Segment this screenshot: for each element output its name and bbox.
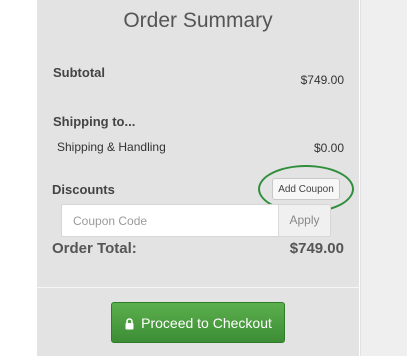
discounts-label: Discounts xyxy=(52,182,115,197)
page-background xyxy=(360,0,407,356)
apply-button[interactable]: Apply xyxy=(278,205,330,236)
order-summary-title: Order Summary xyxy=(123,9,273,32)
shipping-handling-label: Shipping & Handling xyxy=(57,140,166,154)
subtotal-label: Subtotal xyxy=(53,65,105,80)
order-total-value: $749.00 xyxy=(289,240,344,257)
order-summary-panel: Order Summary Subtotal $749.00 Shipping … xyxy=(37,0,359,356)
coupon-code-input[interactable] xyxy=(62,205,278,236)
shipping-handling-value: $0.00 xyxy=(313,141,344,155)
divider xyxy=(37,287,359,288)
subtotal-value: $749.00 xyxy=(300,73,344,87)
checkout-label: Proceed to Checkout xyxy=(141,314,272,331)
lock-icon xyxy=(124,317,135,329)
order-total-label: Order Total: xyxy=(52,240,137,257)
coupon-field: Apply xyxy=(61,204,331,237)
shipping-to-label: Shipping to... xyxy=(53,114,136,129)
proceed-to-checkout-button[interactable]: Proceed to Checkout xyxy=(111,302,285,343)
